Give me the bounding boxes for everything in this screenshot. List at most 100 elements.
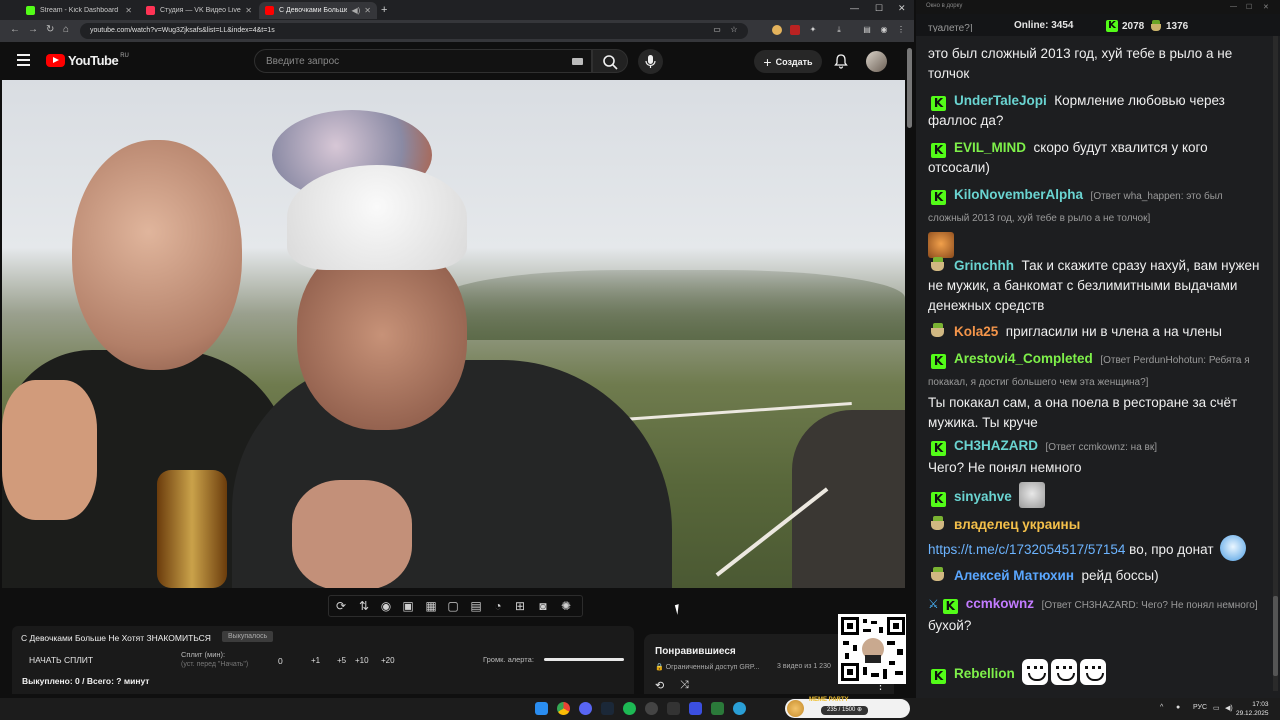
close-icon[interactable]: ✕ xyxy=(245,6,252,15)
cinema-mode-icon[interactable]: ▤ xyxy=(469,599,483,613)
loop-icon[interactable]: ⟳ xyxy=(334,599,348,613)
steam-icon[interactable] xyxy=(601,702,614,715)
spotify-icon[interactable] xyxy=(623,702,636,715)
search-input[interactable]: Введите запрос xyxy=(254,49,592,73)
minimize-icon[interactable]: — xyxy=(850,3,859,13)
notifications-button[interactable] xyxy=(832,52,850,70)
sidebar-icon[interactable]: ▤ xyxy=(862,25,872,35)
qr-code-image xyxy=(841,617,905,681)
chat-nick[interactable]: владелец украины xyxy=(954,517,1080,532)
download-icon[interactable]: ⤓ xyxy=(834,25,844,35)
chat-nick[interactable]: EVIL_MIND xyxy=(954,140,1026,155)
chat-nick[interactable]: KiloNovemberAlpha xyxy=(954,187,1083,202)
chat-nick[interactable]: Arestovi4_Completed xyxy=(954,351,1093,366)
add-5-button[interactable]: +5 xyxy=(337,656,346,665)
add-10-button[interactable]: +10 xyxy=(355,656,369,665)
chat-nick[interactable]: sinyahve xyxy=(954,489,1012,504)
system-clock[interactable]: 17:03 29.12.2025 xyxy=(1236,700,1269,718)
chat-nick[interactable]: UnderTaleJopi xyxy=(954,93,1047,108)
media-player-icon[interactable] xyxy=(689,702,702,715)
maximize-icon[interactable]: ☐ xyxy=(875,3,883,14)
obs-icon[interactable] xyxy=(645,702,658,715)
chat-message-text: пригласили ни в члена а на члены xyxy=(1005,324,1222,339)
youtube-logo[interactable]: YouTube RU xyxy=(46,53,129,68)
microphone-tray-icon[interactable]: ● xyxy=(1176,704,1180,711)
menu-dots-icon[interactable]: ⋮ xyxy=(896,25,906,35)
close-icon[interactable]: ✕ xyxy=(364,6,371,15)
speedometer-icon[interactable]: ◔ xyxy=(491,599,505,613)
network-icon[interactable]: ▭ xyxy=(1213,704,1220,712)
chat-nick[interactable]: ccmkownz xyxy=(966,596,1034,611)
player-extension-toolbar: ⟳ ⇅ ◉ ▣ ▦ ▢ ▤ ◔ ⊞ ◙ ✺ xyxy=(0,588,914,626)
extensions-puzzle-icon[interactable]: ✦ xyxy=(808,25,818,35)
vk-badge-icon xyxy=(929,516,947,531)
home-icon[interactable]: ⌂ xyxy=(63,24,69,35)
chat-scrollbar-thumb[interactable] xyxy=(1273,596,1278,676)
close-window-icon[interactable]: ✕ xyxy=(898,3,906,14)
chrome-icon[interactable] xyxy=(557,702,570,715)
app-icon[interactable] xyxy=(711,702,724,715)
audio-waves-icon[interactable]: ◉ xyxy=(379,599,393,613)
chat-nick[interactable]: CH3HAZARD xyxy=(954,438,1038,453)
loop-playlist-icon[interactable]: ⟲ xyxy=(655,679,664,692)
forward-icon[interactable]: → xyxy=(28,24,38,35)
close-icon[interactable]: ✕ xyxy=(125,6,132,15)
chat-message-text: Чего? Не понял немного xyxy=(928,460,1082,475)
telegram-icon[interactable] xyxy=(733,702,746,715)
back-icon[interactable]: ← xyxy=(10,24,20,35)
discord-icon[interactable] xyxy=(579,702,592,715)
extension-icon[interactable] xyxy=(772,25,782,35)
cast-icon[interactable]: ▭ xyxy=(712,25,722,35)
tab-kick-dashboard[interactable]: Stream - Kick Dashboard ✕ xyxy=(20,2,138,19)
shuffle-icon[interactable]: ⤨ xyxy=(680,679,689,692)
chat-message-text: во, про донат xyxy=(1129,542,1214,557)
new-tab-button[interactable]: + xyxy=(381,4,387,16)
sort-icon[interactable]: ⇅ xyxy=(357,599,371,613)
film-icon[interactable]: ▦ xyxy=(424,599,438,613)
chat-nick[interactable]: Kola25 xyxy=(954,324,998,339)
chat-scrollbar[interactable] xyxy=(1273,36,1278,691)
tab-bar: Stream - Kick Dashboard ✕ Студия — VK Ви… xyxy=(0,0,914,20)
add-20-button[interactable]: +20 xyxy=(381,656,395,665)
extension-icon[interactable] xyxy=(790,25,800,35)
voice-search-button[interactable] xyxy=(638,49,663,74)
create-button[interactable]: + Создать xyxy=(754,50,822,73)
minimize-icon[interactable]: — xyxy=(1230,3,1237,10)
settings-gear-icon[interactable]: ✺ xyxy=(559,599,573,613)
tab-vk-studio[interactable]: Студия — VK Видео Live ✕ xyxy=(140,2,258,19)
bookmark-star-icon[interactable]: ☆ xyxy=(729,25,739,35)
alert-volume-label: Громк. алерта: xyxy=(483,655,534,664)
windows-start-icon[interactable] xyxy=(535,702,548,715)
add-1-button[interactable]: +1 xyxy=(311,656,320,665)
meme-party-widget[interactable]: MEME PARTY 235 / 1500 ⊕ xyxy=(785,697,910,718)
maximize-icon[interactable]: ☐ xyxy=(1246,3,1252,11)
tray-chevron-icon[interactable]: ^ xyxy=(1160,704,1163,711)
page-scrollbar-thumb[interactable] xyxy=(907,48,912,128)
chat-nick[interactable]: Rebellion xyxy=(954,666,1015,681)
search-button[interactable] xyxy=(592,49,628,73)
keyboard-icon[interactable] xyxy=(572,58,583,65)
speaker-icon[interactable]: ◀) xyxy=(351,6,360,15)
hamburger-menu-icon[interactable] xyxy=(17,54,30,66)
close-window-icon[interactable]: ✕ xyxy=(1263,3,1269,11)
page-scrollbar[interactable] xyxy=(906,42,914,698)
start-split-button[interactable]: НАЧАТЬ СПЛИТ xyxy=(29,655,93,665)
screen-eye-icon[interactable]: ▣ xyxy=(401,599,415,613)
video-white-cap xyxy=(287,165,467,270)
picture-in-picture-icon[interactable]: ▢ xyxy=(446,599,460,613)
chat-nick[interactable]: Алексей Матюхин xyxy=(954,568,1074,583)
tab-youtube-video[interactable]: С Девочками Больше Не ◀) ✕ xyxy=(259,2,377,19)
account-avatar[interactable] xyxy=(866,51,887,72)
alert-volume-slider[interactable] xyxy=(544,658,624,661)
screenshot-camera-icon[interactable]: ◙ xyxy=(536,599,550,613)
profile-icon[interactable]: ◉ xyxy=(879,25,889,35)
video-player[interactable] xyxy=(2,80,905,588)
add-frame-icon[interactable]: ⊞ xyxy=(513,599,527,613)
chat-link[interactable]: https://t.me/c/1732054517/57154 xyxy=(928,542,1125,557)
url-input[interactable]: youtube.com/watch?v=Wug3Zjksafs&list=LL&… xyxy=(80,23,748,39)
language-indicator[interactable]: РУС xyxy=(1193,704,1207,711)
reload-icon[interactable]: ↻ xyxy=(46,24,54,35)
chat-nick[interactable]: Grinchhh xyxy=(954,258,1014,273)
app-icon[interactable] xyxy=(667,702,680,715)
volume-icon[interactable]: ◀) xyxy=(1225,704,1233,712)
